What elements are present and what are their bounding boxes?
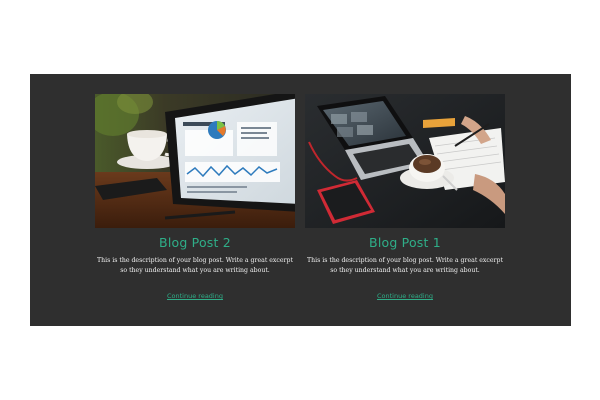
blog-post-thumbnail[interactable] — [305, 94, 505, 228]
blog-post-description: This is the description of your blog pos… — [307, 257, 503, 274]
continue-reading-link[interactable]: Continue reading — [305, 292, 505, 300]
continue-reading-link[interactable]: Continue reading — [95, 292, 295, 300]
blog-post-card: Blog Post 2 This is the description of y… — [95, 94, 295, 300]
page: Blog Post 2 This is the description of y… — [0, 0, 600, 400]
blog-posts-panel: Blog Post 2 This is the description of y… — [30, 74, 571, 326]
blog-post-thumbnail[interactable] — [95, 94, 295, 228]
laptop-coffee-notebook-image — [305, 94, 505, 228]
blog-post-description: This is the description of your blog pos… — [97, 257, 293, 274]
tablet-analytics-coffee-image — [95, 94, 295, 228]
blog-post-title[interactable]: Blog Post 1 — [305, 235, 505, 250]
blog-post-card: Blog Post 1 This is the description of y… — [305, 94, 505, 300]
blog-post-title[interactable]: Blog Post 2 — [95, 235, 295, 250]
